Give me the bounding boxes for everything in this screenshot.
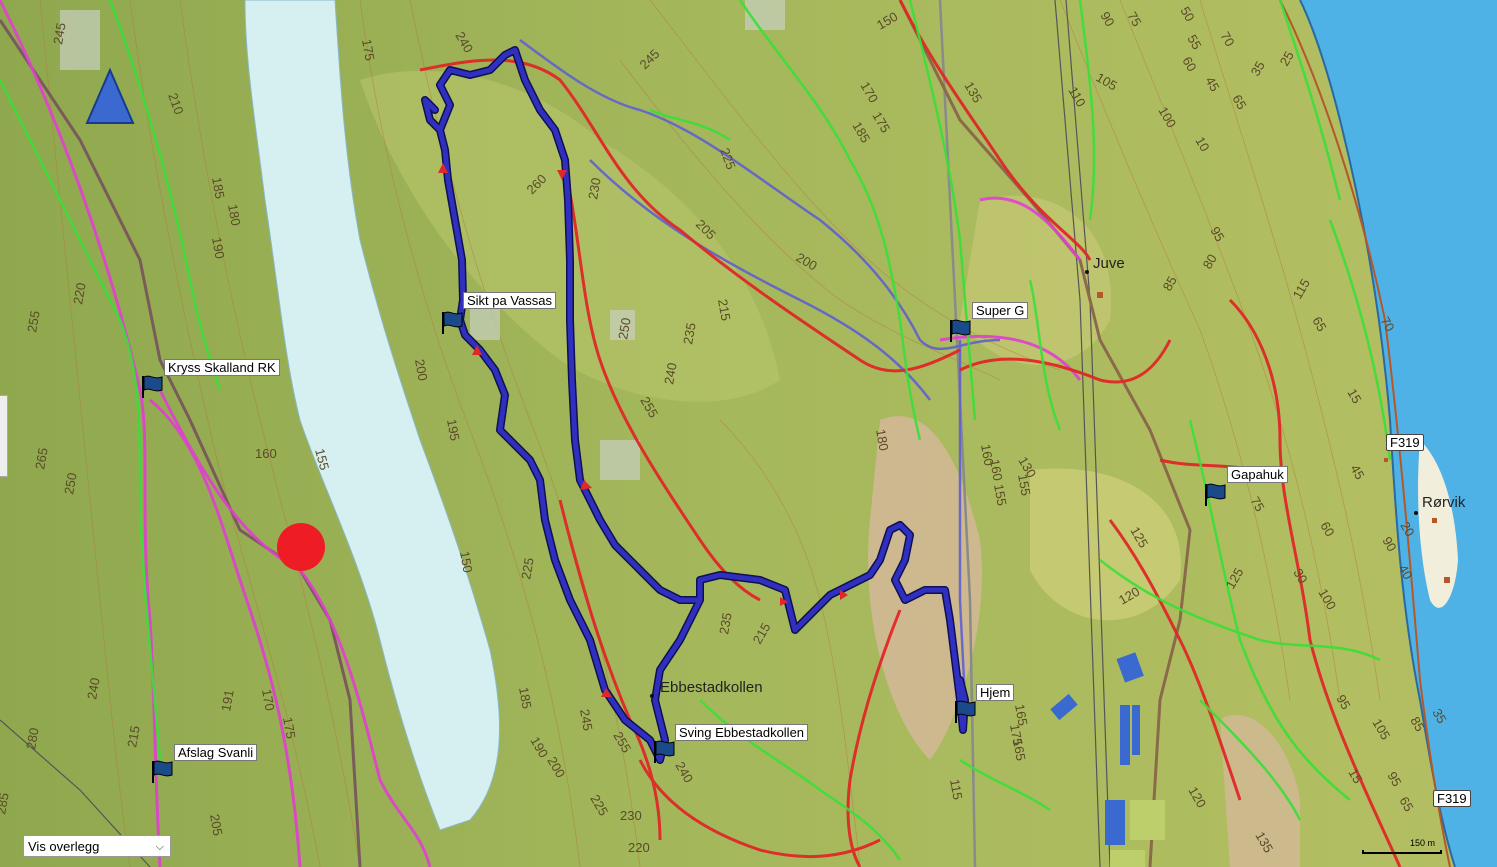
place-name[interactable]: Juve	[1093, 255, 1125, 272]
scale-bar: 150 m	[1362, 836, 1442, 856]
contour-label: 160	[255, 446, 277, 461]
place-dot	[650, 694, 654, 698]
waypoint-label[interactable]: Hjem	[976, 684, 1015, 701]
scale-label: 150 m	[1410, 838, 1436, 848]
waypoint-label[interactable]: Sving Ebbestadkollen	[675, 724, 809, 741]
road-sign: F319	[1386, 434, 1424, 451]
overlay-select-value: Vis overlegg	[28, 839, 100, 854]
field	[1110, 850, 1145, 867]
waypoint-flag-icon[interactable]	[948, 318, 974, 344]
place-name[interactable]: Rørvik	[1422, 494, 1465, 511]
scale-bar-line	[1362, 850, 1442, 854]
place-dot	[1085, 270, 1089, 274]
map-view[interactable]: 245 210 185 180 190 220 255 265 250 160 155 240 280 2…	[0, 0, 1497, 867]
place-dot	[1414, 511, 1418, 515]
contour-label: 230	[620, 808, 642, 823]
panel-resize-handle[interactable]	[0, 395, 8, 477]
road-sign: F319	[1433, 790, 1471, 807]
current-position-marker[interactable]	[277, 523, 325, 571]
waypoint-label[interactable]: Afslag Svanli	[174, 744, 258, 761]
overlay-select[interactable]: Vis overlegg ⌵	[23, 835, 171, 857]
waypoint-flag-icon[interactable]	[140, 374, 166, 400]
waypoint-flag-icon[interactable]	[953, 699, 979, 725]
contour-label: 220	[628, 840, 650, 855]
waypoint-flag-icon[interactable]	[150, 759, 176, 785]
waypoint-label[interactable]: Gapahuk	[1227, 466, 1288, 483]
field	[1130, 800, 1165, 840]
waypoint-label[interactable]: Super G	[972, 302, 1029, 319]
chevron-down-icon: ⌵	[155, 841, 164, 853]
waypoint-label[interactable]: Sikt pa Vassas	[463, 292, 557, 309]
waypoint-flag-icon[interactable]	[440, 310, 466, 336]
waypoint-flag-icon[interactable]	[652, 739, 678, 765]
place-name[interactable]: Ebbestadkollen	[660, 679, 763, 696]
waypoint-flag-icon[interactable]	[1203, 482, 1229, 508]
waypoint-label[interactable]: Kryss Skalland RK	[164, 359, 280, 376]
